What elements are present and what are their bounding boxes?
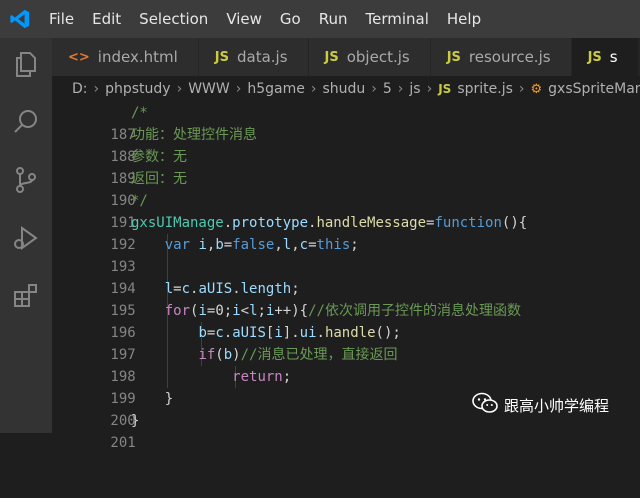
breadcrumb: D: › phpstudy › WWW › h5game › shudu › 5…	[52, 76, 640, 102]
editor-tabs: <> index.html JS data.js JS object.js JS…	[52, 38, 640, 76]
tab-object-js[interactable]: JS object.js	[308, 38, 431, 76]
wechat-watermark: 跟高小帅学编程	[472, 392, 609, 418]
search-icon[interactable]	[12, 108, 40, 136]
breadcrumb-item[interactable]: D:	[72, 81, 88, 97]
menu-file[interactable]: File	[40, 0, 83, 38]
chevron-right-icon: ›	[397, 81, 404, 97]
menu-help[interactable]: Help	[438, 0, 490, 38]
chevron-right-icon: ›	[426, 81, 433, 97]
tab-label: resource.js	[468, 48, 551, 66]
tab-index-html[interactable]: <> index.html	[52, 38, 199, 76]
breadcrumb-item[interactable]: sprite.js	[457, 81, 513, 97]
code-editor[interactable]: 187 /* 188 功能：处理控件消息 189 参数：无 190 返回：无 1…	[52, 102, 640, 451]
code-line: 188 功能：处理控件消息	[52, 124, 640, 165]
line-code: }	[131, 391, 174, 407]
line-code: 返回：无	[131, 171, 187, 187]
tab-label: data.js	[236, 48, 288, 66]
tab-label: object.js	[346, 48, 410, 66]
breadcrumb-item[interactable]: WWW	[188, 81, 230, 97]
chevron-right-icon: ›	[310, 81, 317, 97]
run-debug-icon[interactable]	[12, 224, 40, 252]
menu-edit[interactable]: Edit	[83, 0, 130, 38]
js-file-icon: JS	[214, 49, 229, 65]
vscode-logo-icon	[0, 0, 40, 38]
line-code: */	[131, 193, 148, 209]
code-line: 194	[52, 256, 640, 297]
line-code: }	[131, 413, 140, 429]
line-code: /*	[131, 105, 148, 121]
activity-bar	[0, 38, 52, 433]
line-code: gxsUIManage.prototype.handleMessage=func…	[131, 215, 528, 231]
tab-resource-js[interactable]: JS resource.js	[430, 38, 572, 76]
extensions-icon[interactable]	[12, 282, 40, 310]
code-line: 187 /*	[52, 102, 640, 143]
menu-go[interactable]: Go	[271, 0, 310, 38]
menu-bar: File Edit Selection View Go Run Terminal…	[0, 0, 640, 38]
menu-selection[interactable]: Selection	[130, 0, 217, 38]
line-code: for(i=0;i<l;i++){//依次调用子控件的消息处理函数	[164, 303, 521, 319]
breadcrumb-item[interactable]: 5	[383, 81, 392, 97]
js-file-icon: JS	[587, 49, 602, 65]
code-line: 192 gxsUIManage.prototype.handleMessage=…	[52, 212, 640, 253]
line-code: if(b)//消息已处理，直接返回	[198, 347, 398, 363]
class-icon: ⚙	[530, 81, 543, 97]
chevron-right-icon: ›	[518, 81, 525, 97]
source-control-icon[interactable]	[12, 166, 40, 194]
code-line: 198 if(b)//消息已处理，直接返回	[52, 344, 640, 385]
breadcrumb-item[interactable]: h5game	[247, 81, 305, 97]
code-line: 189 参数：无	[52, 146, 640, 187]
line-number: 201	[110, 435, 136, 451]
chevron-right-icon: ›	[176, 81, 183, 97]
tab-label: index.html	[97, 48, 178, 66]
line-code: 参数：无	[131, 149, 187, 165]
menu-view[interactable]: View	[217, 0, 271, 38]
breadcrumb-item[interactable]: js	[409, 81, 420, 97]
breadcrumb-item[interactable]: shudu	[322, 81, 365, 97]
menu-run[interactable]: Run	[310, 0, 357, 38]
code-line: 199 return;	[52, 366, 640, 407]
tab-data-js[interactable]: JS data.js	[198, 38, 309, 76]
breadcrumb-item[interactable]: gxsSpriteMana	[548, 81, 640, 97]
breadcrumb-item[interactable]: phpstudy	[105, 81, 170, 97]
tab-label: s	[609, 48, 618, 66]
code-line: 190 返回：无	[52, 168, 640, 209]
tab-sprite-js[interactable]: JS s	[571, 38, 639, 76]
explorer-icon[interactable]	[12, 50, 40, 78]
code-line: 191 */	[52, 190, 640, 231]
chevron-right-icon: ›	[235, 81, 242, 97]
line-code: 功能：处理控件消息	[131, 127, 257, 143]
js-file-icon: JS	[324, 49, 339, 65]
line-code: return;	[232, 369, 292, 385]
code-line: 193 var i,b=false,l,c=this;	[52, 234, 640, 275]
js-file-icon: JS	[438, 82, 452, 96]
code-line: 195 l=c.aUIS.length;	[52, 278, 640, 319]
line-code: var i,b=false,l,c=this;	[164, 237, 359, 253]
line-code: l=c.aUIS.length;	[164, 281, 300, 297]
line-code: b=c.aUIS[i].ui.handle();	[198, 325, 401, 341]
chevron-right-icon: ›	[93, 81, 100, 97]
code-line: 196 for(i=0;i<l;i++){//依次调用子控件的消息处理函数	[52, 300, 640, 341]
html-file-icon: <>	[68, 49, 90, 65]
js-file-icon: JS	[446, 49, 461, 65]
code-line: 197 b=c.aUIS[i].ui.handle();	[52, 322, 640, 363]
chevron-right-icon: ›	[371, 81, 377, 97]
wechat-icon	[472, 392, 498, 418]
watermark-text: 跟高小帅学编程	[504, 396, 610, 415]
menu-terminal[interactable]: Terminal	[357, 0, 438, 38]
